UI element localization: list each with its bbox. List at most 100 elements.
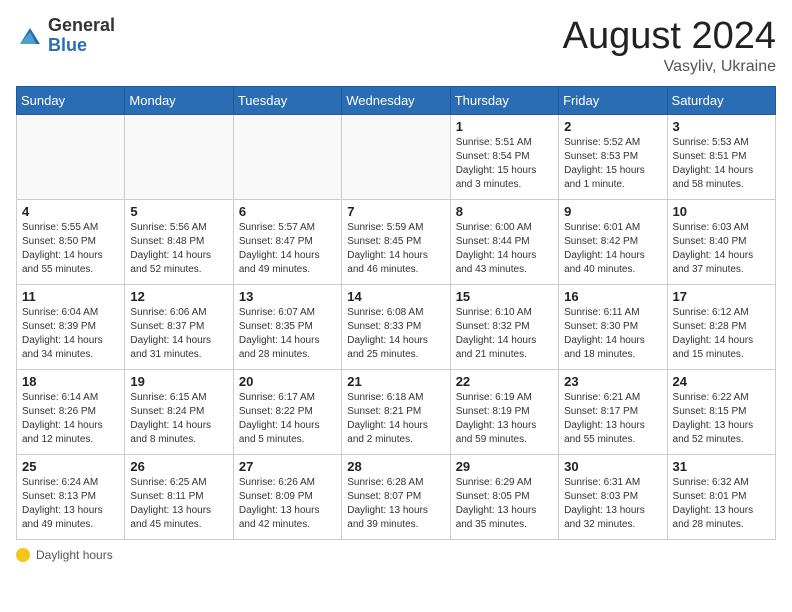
day-number: 19 — [130, 374, 227, 389]
day-info: Sunrise: 6:32 AM Sunset: 8:01 PM Dayligh… — [673, 476, 770, 532]
calendar-cell — [233, 114, 341, 199]
day-number: 10 — [673, 204, 770, 219]
calendar-cell: 25 Sunrise: 6:24 AM Sunset: 8:13 PM Dayli… — [17, 454, 125, 539]
weekday-header-sunday: Sunday — [17, 86, 125, 114]
day-number: 31 — [673, 459, 770, 474]
calendar-cell: 22 Sunrise: 6:19 AM Sunset: 8:19 PM Dayli… — [450, 369, 558, 454]
day-number: 30 — [564, 459, 661, 474]
calendar-cell: 7 Sunrise: 5:59 AM Sunset: 8:45 PM Daylig… — [342, 199, 450, 284]
day-number: 2 — [564, 119, 661, 134]
day-number: 16 — [564, 289, 661, 304]
day-number: 4 — [22, 204, 119, 219]
day-info: Sunrise: 6:00 AM Sunset: 8:44 PM Dayligh… — [456, 221, 553, 277]
logo-icon — [16, 22, 44, 50]
day-number: 25 — [22, 459, 119, 474]
day-info: Sunrise: 6:14 AM Sunset: 8:26 PM Dayligh… — [22, 391, 119, 447]
day-info: Sunrise: 5:55 AM Sunset: 8:50 PM Dayligh… — [22, 221, 119, 277]
location-subtitle: Vasyliv, Ukraine — [563, 58, 776, 76]
day-info: Sunrise: 6:06 AM Sunset: 8:37 PM Dayligh… — [130, 306, 227, 362]
calendar-cell — [17, 114, 125, 199]
calendar-cell: 10 Sunrise: 6:03 AM Sunset: 8:40 PM Dayli… — [667, 199, 775, 284]
day-info: Sunrise: 6:10 AM Sunset: 8:32 PM Dayligh… — [456, 306, 553, 362]
day-number: 12 — [130, 289, 227, 304]
day-info: Sunrise: 6:24 AM Sunset: 8:13 PM Dayligh… — [22, 476, 119, 532]
logo-general-text: General — [48, 16, 115, 36]
day-number: 17 — [673, 289, 770, 304]
day-number: 20 — [239, 374, 336, 389]
day-number: 29 — [456, 459, 553, 474]
weekday-header-tuesday: Tuesday — [233, 86, 341, 114]
logo: General Blue — [16, 16, 115, 56]
calendar-cell: 6Sunrise: 5:57 AM Sunset: 8:47 PM Daylig… — [233, 199, 341, 284]
day-number: 11 — [22, 289, 119, 304]
day-info: Sunrise: 6:12 AM Sunset: 8:28 PM Dayligh… — [673, 306, 770, 362]
weekday-header-saturday: Saturday — [667, 86, 775, 114]
weekday-header-wednesday: Wednesday — [342, 86, 450, 114]
daylight-legend-label: Daylight hours — [36, 548, 113, 562]
day-info: Sunrise: 6:04 AM Sunset: 8:39 PM Dayligh… — [22, 306, 119, 362]
calendar-table: SundayMondayTuesdayWednesdayThursdayFrid… — [16, 86, 776, 540]
day-number: 22 — [456, 374, 553, 389]
day-info: Sunrise: 6:26 AM Sunset: 8:09 PM Dayligh… — [239, 476, 336, 532]
day-info: Sunrise: 6:25 AM Sunset: 8:11 PM Dayligh… — [130, 476, 227, 532]
day-number: 1 — [456, 119, 553, 134]
calendar-cell: 28Sunrise: 6:28 AM Sunset: 8:07 PM Dayli… — [342, 454, 450, 539]
calendar-cell: 14 Sunrise: 6:08 AM Sunset: 8:33 PM Dayli… — [342, 284, 450, 369]
calendar-cell: 13Sunrise: 6:07 AM Sunset: 8:35 PM Dayli… — [233, 284, 341, 369]
day-number: 15 — [456, 289, 553, 304]
calendar-week-1: 1 Sunrise: 5:51 AM Sunset: 8:54 PM Daylig… — [17, 114, 776, 199]
day-number: 7 — [347, 204, 444, 219]
calendar-cell: 3Sunrise: 5:53 AM Sunset: 8:51 PM Daylig… — [667, 114, 775, 199]
calendar-cell: 26 Sunrise: 6:25 AM Sunset: 8:11 PM Dayli… — [125, 454, 233, 539]
day-info: Sunrise: 5:51 AM Sunset: 8:54 PM Dayligh… — [456, 136, 553, 192]
day-info: Sunrise: 6:17 AM Sunset: 8:22 PM Dayligh… — [239, 391, 336, 447]
day-number: 5 — [130, 204, 227, 219]
day-number: 26 — [130, 459, 227, 474]
calendar-week-5: 25 Sunrise: 6:24 AM Sunset: 8:13 PM Dayli… — [17, 454, 776, 539]
day-number: 9 — [564, 204, 661, 219]
calendar-cell: 17 Sunrise: 6:12 AM Sunset: 8:28 PM Dayli… — [667, 284, 775, 369]
day-info: Sunrise: 5:52 AM Sunset: 8:53 PM Dayligh… — [564, 136, 661, 192]
day-number: 24 — [673, 374, 770, 389]
calendar-cell: 12 Sunrise: 6:06 AM Sunset: 8:37 PM Dayli… — [125, 284, 233, 369]
day-info: Sunrise: 6:07 AM Sunset: 8:35 PM Dayligh… — [239, 306, 336, 362]
calendar-cell: 11 Sunrise: 6:04 AM Sunset: 8:39 PM Dayli… — [17, 284, 125, 369]
calendar-cell: 4 Sunrise: 5:55 AM Sunset: 8:50 PM Daylig… — [17, 199, 125, 284]
day-info: Sunrise: 6:21 AM Sunset: 8:17 PM Dayligh… — [564, 391, 661, 447]
day-number: 21 — [347, 374, 444, 389]
calendar-cell: 19Sunrise: 6:15 AM Sunset: 8:24 PM Dayli… — [125, 369, 233, 454]
day-info: Sunrise: 6:08 AM Sunset: 8:33 PM Dayligh… — [347, 306, 444, 362]
day-number: 3 — [673, 119, 770, 134]
day-info: Sunrise: 6:11 AM Sunset: 8:30 PM Dayligh… — [564, 306, 661, 362]
calendar-week-2: 4 Sunrise: 5:55 AM Sunset: 8:50 PM Daylig… — [17, 199, 776, 284]
day-info: Sunrise: 5:59 AM Sunset: 8:45 PM Dayligh… — [347, 221, 444, 277]
logo-blue-text: Blue — [48, 36, 115, 56]
day-info: Sunrise: 6:18 AM Sunset: 8:21 PM Dayligh… — [347, 391, 444, 447]
calendar-cell: 24Sunrise: 6:22 AM Sunset: 8:15 PM Dayli… — [667, 369, 775, 454]
weekday-header-thursday: Thursday — [450, 86, 558, 114]
calendar-cell: 31 Sunrise: 6:32 AM Sunset: 8:01 PM Dayli… — [667, 454, 775, 539]
calendar-cell: 16 Sunrise: 6:11 AM Sunset: 8:30 PM Dayli… — [559, 284, 667, 369]
calendar-week-3: 11 Sunrise: 6:04 AM Sunset: 8:39 PM Dayli… — [17, 284, 776, 369]
calendar-cell: 29Sunrise: 6:29 AM Sunset: 8:05 PM Dayli… — [450, 454, 558, 539]
day-number: 6 — [239, 204, 336, 219]
calendar-cell: 30Sunrise: 6:31 AM Sunset: 8:03 PM Dayli… — [559, 454, 667, 539]
day-number: 18 — [22, 374, 119, 389]
calendar-cell: 9 Sunrise: 6:01 AM Sunset: 8:42 PM Daylig… — [559, 199, 667, 284]
calendar-week-4: 18 Sunrise: 6:14 AM Sunset: 8:26 PM Dayli… — [17, 369, 776, 454]
page-header: General Blue August 2024 Vasyliv, Ukrain… — [16, 16, 776, 76]
calendar-cell — [125, 114, 233, 199]
calendar-cell: 1 Sunrise: 5:51 AM Sunset: 8:54 PM Daylig… — [450, 114, 558, 199]
day-info: Sunrise: 6:01 AM Sunset: 8:42 PM Dayligh… — [564, 221, 661, 277]
day-number: 14 — [347, 289, 444, 304]
weekday-header-friday: Friday — [559, 86, 667, 114]
day-number: 27 — [239, 459, 336, 474]
calendar-cell: 23Sunrise: 6:21 AM Sunset: 8:17 PM Dayli… — [559, 369, 667, 454]
day-info: Sunrise: 6:19 AM Sunset: 8:19 PM Dayligh… — [456, 391, 553, 447]
weekday-header-monday: Monday — [125, 86, 233, 114]
day-info: Sunrise: 6:03 AM Sunset: 8:40 PM Dayligh… — [673, 221, 770, 277]
weekday-header-row: SundayMondayTuesdayWednesdayThursdayFrid… — [17, 86, 776, 114]
calendar-cell: 15 Sunrise: 6:10 AM Sunset: 8:32 PM Dayli… — [450, 284, 558, 369]
calendar-cell: 21 Sunrise: 6:18 AM Sunset: 8:21 PM Dayli… — [342, 369, 450, 454]
calendar-cell: 18 Sunrise: 6:14 AM Sunset: 8:26 PM Dayli… — [17, 369, 125, 454]
